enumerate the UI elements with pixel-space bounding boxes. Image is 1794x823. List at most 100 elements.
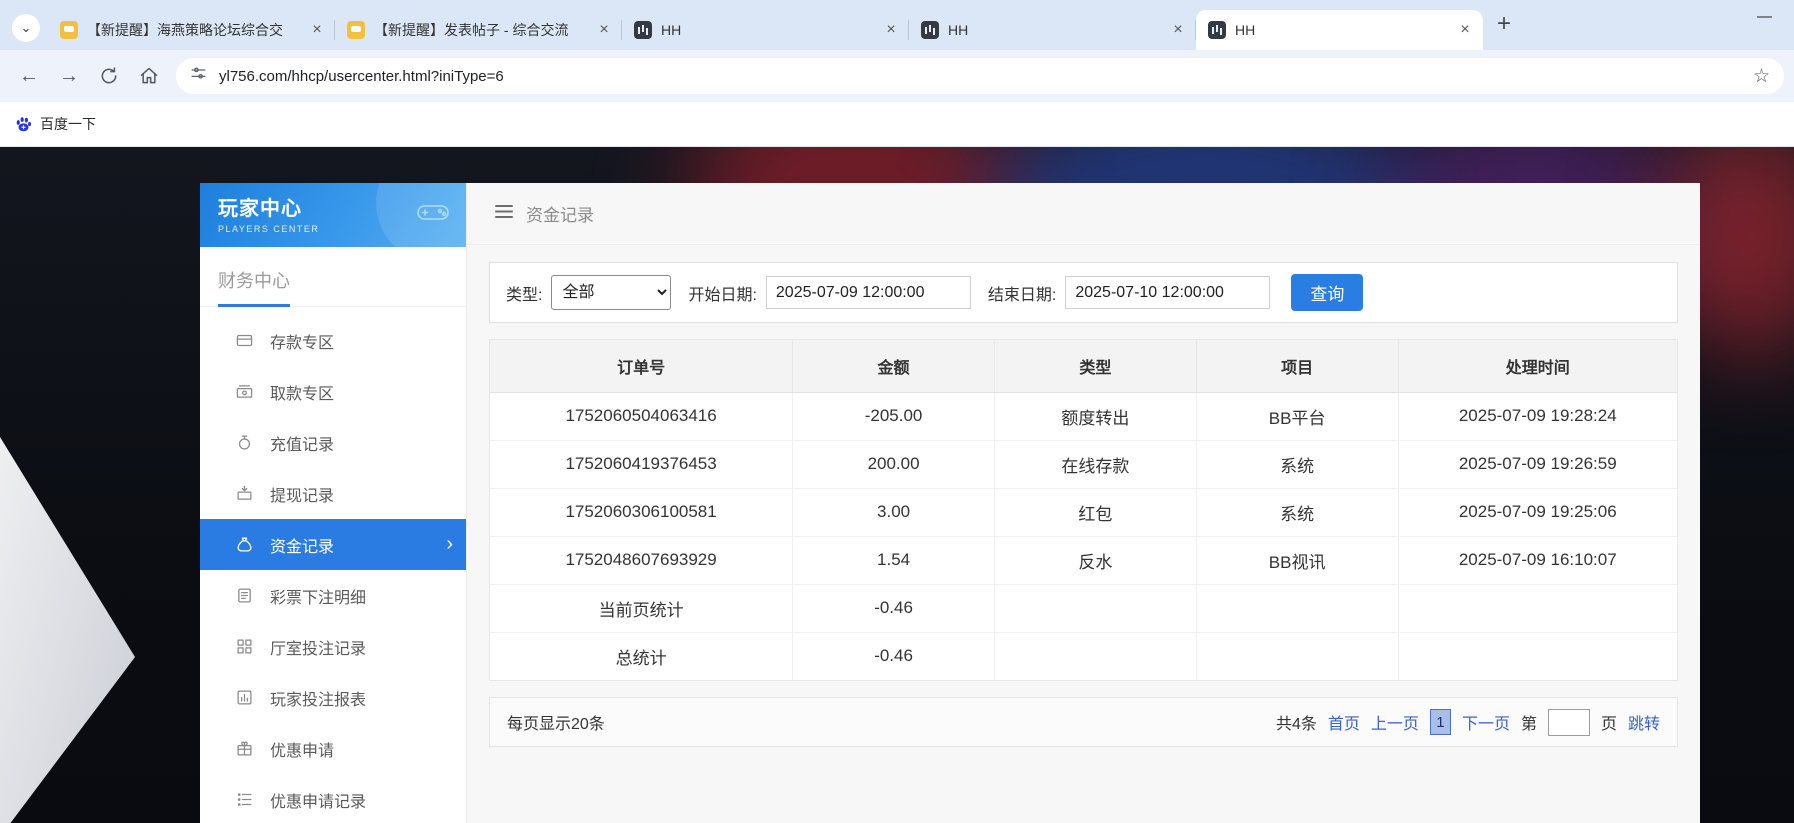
prev-page-link[interactable]: 上一页 (1371, 710, 1419, 734)
main-content: 资金记录 类型: 全部 开始日期: 结束日期: 查询 (467, 183, 1700, 823)
jump-link[interactable]: 跳转 (1628, 710, 1660, 734)
sidebar-item-promo-apply-records[interactable]: 优惠申请记录 (200, 774, 466, 823)
chevron-down-icon: ⌄ (21, 20, 32, 36)
table-cell: 2025-07-09 16:10:07 (1398, 536, 1677, 584)
withdraw-record-icon (236, 485, 253, 502)
page-suffix-label: 页 (1601, 710, 1617, 734)
next-page-link[interactable]: 下一页 (1462, 710, 1510, 734)
tab-close-icon[interactable]: × (594, 20, 614, 40)
table-header-cell: 处理时间 (1398, 340, 1677, 392)
reload-button[interactable] (90, 57, 128, 95)
tune-icon (190, 65, 207, 82)
browser-tab-strip: ⌄ 【新提醒】海燕策略论坛综合交 × 【新提醒】发表帖子 - 综合交流 × HH… (0, 0, 1794, 50)
tab-close-icon[interactable]: × (1455, 20, 1475, 40)
sidebar-item-withdraw-zone[interactable]: 取款专区 (200, 366, 466, 417)
tab-close-icon[interactable]: × (307, 20, 327, 40)
table-cell (1398, 584, 1677, 632)
home-button[interactable] (130, 57, 168, 95)
page-viewport: 玩家中心 PLAYERS CENTER 财务中心 存款专区 取款专区 (0, 147, 1794, 823)
new-tab-button[interactable]: + (1497, 10, 1511, 38)
main-header: 资金记录 (467, 183, 1700, 245)
sidebar-item-label: 提现记录 (270, 482, 334, 506)
browser-tab-3[interactable]: HH × (622, 10, 909, 50)
jump-page-input[interactable] (1548, 709, 1590, 736)
table-cell: 总统计 (490, 632, 793, 680)
start-date-input[interactable] (766, 276, 971, 309)
table-cell: 3.00 (793, 488, 995, 536)
table-cell: 2025-07-09 19:25:06 (1398, 488, 1677, 536)
table-cell: 200.00 (793, 440, 995, 488)
type-select[interactable]: 全部 (551, 275, 671, 310)
sidebar: 玩家中心 PLAYERS CENTER 财务中心 存款专区 取款专区 (200, 183, 467, 823)
table-cell: 2025-07-09 19:26:59 (1398, 440, 1677, 488)
bookmarks-bar: 百度一下 (0, 102, 1794, 147)
browser-tab-2[interactable]: 【新提醒】发表帖子 - 综合交流 × (335, 10, 622, 50)
table-cell: 1752060306100581 (490, 488, 793, 536)
sidebar-item-label: 优惠申请 (270, 737, 334, 761)
page-prefix-label: 第 (1521, 710, 1537, 734)
browser-tab-5-active[interactable]: HH × (1196, 10, 1483, 50)
sidebar-item-withdraw-records[interactable]: 提现记录 (200, 468, 466, 519)
withdraw-zone-icon (236, 383, 253, 400)
sidebar-item-player-bet-report[interactable]: 玩家投注报表 (200, 672, 466, 723)
recharge-record-icon (236, 434, 253, 451)
table-cell: -0.46 (793, 584, 995, 632)
table-cell (994, 632, 1196, 680)
table-row: 1752060504063416-205.00额度转出BB平台2025-07-0… (490, 392, 1677, 440)
table-row: 17520603061005813.00红包系统2025-07-09 19:25… (490, 488, 1677, 536)
forum-yellow-icon (347, 21, 365, 39)
browser-toolbar: ← → yl756.com/hhcp/usercenter.html?iniTy… (0, 50, 1794, 102)
bookmark-star-icon[interactable]: ☆ (1753, 65, 1770, 88)
tab-title: 【新提醒】发表帖子 - 综合交流 (374, 20, 585, 40)
sidebar-item-deposit-zone[interactable]: 存款专区 (200, 315, 466, 366)
baidu-paw-icon (14, 115, 33, 134)
site-info-button[interactable] (190, 65, 207, 87)
lottery-detail-icon (236, 587, 253, 604)
browser-tab-4[interactable]: HH × (909, 10, 1196, 50)
sidebar-item-funds-records[interactable]: 资金记录 › (200, 519, 466, 570)
url-text[interactable]: yl756.com/hhcp/usercenter.html?iniType=6 (219, 68, 1753, 85)
records-tbody: 1752060504063416-205.00额度转出BB平台2025-07-0… (490, 392, 1677, 680)
sidebar-menu: 存款专区 取款专区 充值记录 提现记录 资金记录 › (200, 307, 466, 823)
hh-dark-icon (921, 21, 939, 39)
table-cell (1398, 632, 1677, 680)
table-header-cell: 订单号 (490, 340, 793, 392)
gamepad-icon (416, 199, 450, 230)
sidebar-item-recharge-records[interactable]: 充值记录 (200, 417, 466, 468)
records-table: 订单号金额类型项目处理时间 1752060504063416-205.00额度转… (489, 339, 1678, 681)
end-date-input[interactable] (1065, 276, 1270, 309)
browser-tab-1[interactable]: 【新提醒】海燕策略论坛综合交 × (48, 10, 335, 50)
funds-record-icon (236, 536, 253, 553)
back-button[interactable]: ← (10, 57, 48, 95)
table-row: 总统计-0.46 (490, 632, 1677, 680)
table-cell: BB视讯 (1196, 536, 1398, 584)
forward-button[interactable]: → (50, 57, 88, 95)
tab-search-button[interactable]: ⌄ (12, 14, 40, 42)
per-page-label: 每页显示20条 (507, 710, 605, 734)
table-header-row: 订单号金额类型项目处理时间 (490, 340, 1677, 392)
bet-report-icon (236, 689, 253, 706)
background-triangle (0, 437, 135, 823)
sidebar-item-label: 优惠申请记录 (270, 788, 366, 812)
sidebar-item-promo-apply[interactable]: 优惠申请 (200, 723, 466, 774)
table-header-cell: 项目 (1196, 340, 1398, 392)
table-cell: 系统 (1196, 488, 1398, 536)
url-bar[interactable]: yl756.com/hhcp/usercenter.html?iniType=6… (176, 58, 1784, 94)
sidebar-header: 玩家中心 PLAYERS CENTER (200, 183, 466, 247)
first-page-link[interactable]: 首页 (1328, 710, 1360, 734)
query-button[interactable]: 查询 (1291, 274, 1363, 311)
sidebar-item-label: 充值记录 (270, 431, 334, 455)
tab-close-icon[interactable]: × (881, 20, 901, 40)
sidebar-item-lottery-bet-details[interactable]: 彩票下注明细 (200, 570, 466, 621)
bookmark-label: 百度一下 (40, 114, 96, 134)
chevron-right-icon: › (446, 533, 453, 556)
table-cell: 2025-07-09 19:28:24 (1398, 392, 1677, 440)
bookmark-baidu[interactable]: 百度一下 (14, 114, 96, 134)
hh-dark-icon (1208, 21, 1226, 39)
deposit-icon (236, 332, 253, 349)
pagination-bar: 每页显示20条 共4条 首页 上一页 1 下一页 第 页 跳转 (489, 697, 1678, 747)
tab-close-icon[interactable]: × (1168, 20, 1188, 40)
window-minimize-button[interactable]: — (1757, 8, 1772, 25)
sidebar-item-hall-bet-records[interactable]: 厅室投注记录 (200, 621, 466, 672)
table-row: 17520486076939291.54反水BB视讯2025-07-09 16:… (490, 536, 1677, 584)
